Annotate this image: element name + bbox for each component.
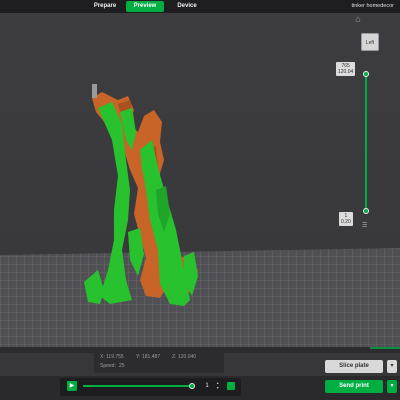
layer-bottom-height: 0.20 xyxy=(341,219,351,225)
project-name: tinker homedecor xyxy=(351,3,395,9)
more-icon: ▾ xyxy=(390,363,394,369)
tab-preview[interactable]: Preview xyxy=(126,1,164,12)
layer-top-height: 120.04 xyxy=(338,69,354,75)
layer-top-label: 765 120.04 xyxy=(336,62,356,76)
top-bar: Prepare Preview Device tinker homedecor xyxy=(0,0,400,13)
layer-top-handle[interactable] xyxy=(363,71,369,77)
cube-icon[interactable] xyxy=(227,382,235,390)
z-label: Z: xyxy=(172,354,177,360)
send-more-button[interactable]: ▾ xyxy=(387,380,397,393)
playback-progress-track[interactable] xyxy=(83,385,193,387)
view-cube-face-label: Left xyxy=(365,40,375,46)
play-icon[interactable]: ▶ xyxy=(67,381,77,391)
x-value: 119.755 xyxy=(106,354,124,360)
position-readout: X: 119.755 Y: 181.487 Z: 120.040 Speed: … xyxy=(94,351,224,373)
view-cube[interactable]: Left xyxy=(361,33,379,51)
y-value: 181.487 xyxy=(142,354,161,360)
playback-progress-handle[interactable] xyxy=(189,383,195,389)
home-icon[interactable]: ⌂ xyxy=(353,15,363,24)
y-label: Y: xyxy=(136,354,141,360)
menu-icon[interactable]: ☰ xyxy=(362,222,367,229)
send-print-button[interactable]: Send print xyxy=(325,380,383,393)
step-arrows[interactable]: ▲ ▼ xyxy=(216,381,221,391)
tab-device[interactable]: Device xyxy=(168,1,206,12)
preview-viewport[interactable]: ⌂ Left 765 120.04 1 0.20 ☰ xyxy=(0,13,400,376)
layer-bottom-label: 1 0.20 xyxy=(339,212,353,226)
z-value: 120.040 xyxy=(178,354,197,360)
slice-plate-button[interactable]: Slice plate xyxy=(325,360,383,373)
chevron-down-icon: ▾ xyxy=(390,383,394,389)
layer-bottom-handle[interactable] xyxy=(363,208,369,214)
speed-label: Speed: xyxy=(100,363,116,369)
layer-slider-track[interactable] xyxy=(365,74,367,212)
x-label: X: xyxy=(100,354,105,360)
tab-prepare[interactable]: Prepare xyxy=(86,1,124,12)
slice-more-button[interactable]: ▾ xyxy=(387,360,397,373)
step-input[interactable]: 1 xyxy=(199,381,215,391)
speed-value: 25 xyxy=(119,363,125,369)
build-plate xyxy=(0,248,400,353)
chevron-down-icon[interactable]: ▼ xyxy=(216,386,221,391)
